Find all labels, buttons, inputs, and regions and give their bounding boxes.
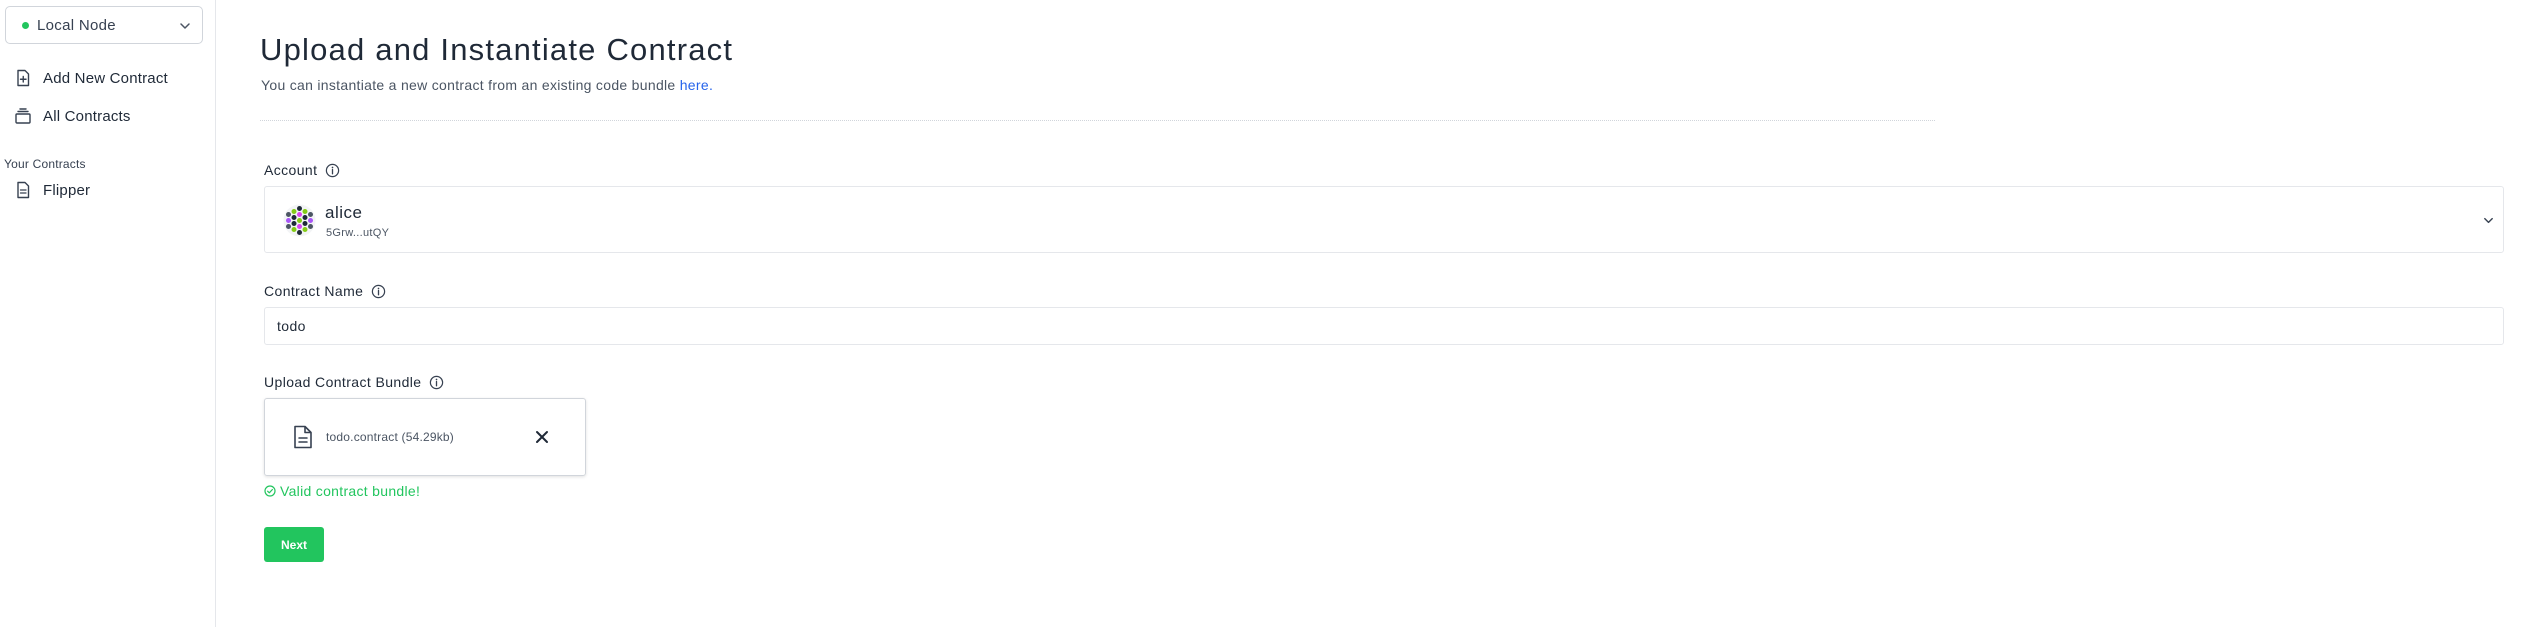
nav-add-new-contract[interactable]: Add New Contract bbox=[14, 69, 168, 87]
check-circle-icon bbox=[264, 485, 276, 497]
contract-label: Flipper bbox=[43, 181, 91, 199]
subtitle-text: You can instantiate a new contract from … bbox=[261, 77, 680, 93]
upload-bundle-label: Upload Contract Bundle bbox=[264, 374, 444, 390]
node-status-dot bbox=[22, 21, 29, 29]
account-label: Account bbox=[264, 162, 340, 178]
code-bundle-link[interactable]: here. bbox=[680, 77, 713, 93]
next-button[interactable]: Next bbox=[264, 527, 324, 562]
info-icon[interactable] bbox=[325, 163, 340, 178]
file-plus-icon bbox=[17, 69, 30, 87]
account-label-text: Account bbox=[264, 162, 318, 178]
stack-icon bbox=[15, 108, 31, 124]
page-subtitle: You can instantiate a new contract from … bbox=[261, 77, 713, 93]
contract-name-label: Contract Name bbox=[264, 283, 386, 299]
document-icon bbox=[294, 425, 312, 449]
node-selector-label: Local Node bbox=[37, 16, 116, 34]
nav-label: All Contracts bbox=[43, 107, 131, 125]
contract-name-input[interactable] bbox=[264, 307, 2504, 345]
document-icon bbox=[17, 181, 30, 199]
validation-text: Valid contract bundle! bbox=[280, 483, 421, 499]
validation-message: Valid contract bundle! bbox=[264, 483, 420, 499]
uploaded-file-name: todo.contract (54.29kb) bbox=[326, 430, 455, 444]
account-address: 5Grw...utQY bbox=[326, 227, 390, 239]
your-contracts-heading: Your Contracts bbox=[4, 157, 86, 171]
uploaded-file-card: todo.contract (54.29kb) bbox=[264, 398, 586, 476]
nav-all-contracts[interactable]: All Contracts bbox=[14, 107, 131, 125]
account-name: alice bbox=[325, 203, 363, 222]
divider bbox=[260, 120, 1935, 121]
account-select[interactable]: alice 5Grw...utQY bbox=[264, 186, 2504, 253]
info-icon[interactable] bbox=[429, 375, 444, 390]
nav-label: Add New Contract bbox=[43, 69, 168, 87]
sidebar-contract-flipper[interactable]: Flipper bbox=[14, 181, 90, 199]
close-icon[interactable] bbox=[533, 428, 551, 446]
page-title: Upload and Instantiate Contract bbox=[260, 32, 734, 67]
chevron-down-icon bbox=[180, 23, 190, 29]
chevron-down-icon bbox=[2484, 217, 2493, 224]
info-icon[interactable] bbox=[371, 284, 386, 299]
contract-name-label-text: Contract Name bbox=[264, 283, 364, 299]
node-selector[interactable]: Local Node bbox=[5, 6, 203, 44]
main-content: Upload and Instantiate Contract You can … bbox=[216, 0, 2531, 627]
account-identicon bbox=[283, 204, 316, 237]
sidebar: Local Node Add New Contract All Contract… bbox=[0, 0, 216, 627]
upload-bundle-label-text: Upload Contract Bundle bbox=[264, 374, 422, 390]
